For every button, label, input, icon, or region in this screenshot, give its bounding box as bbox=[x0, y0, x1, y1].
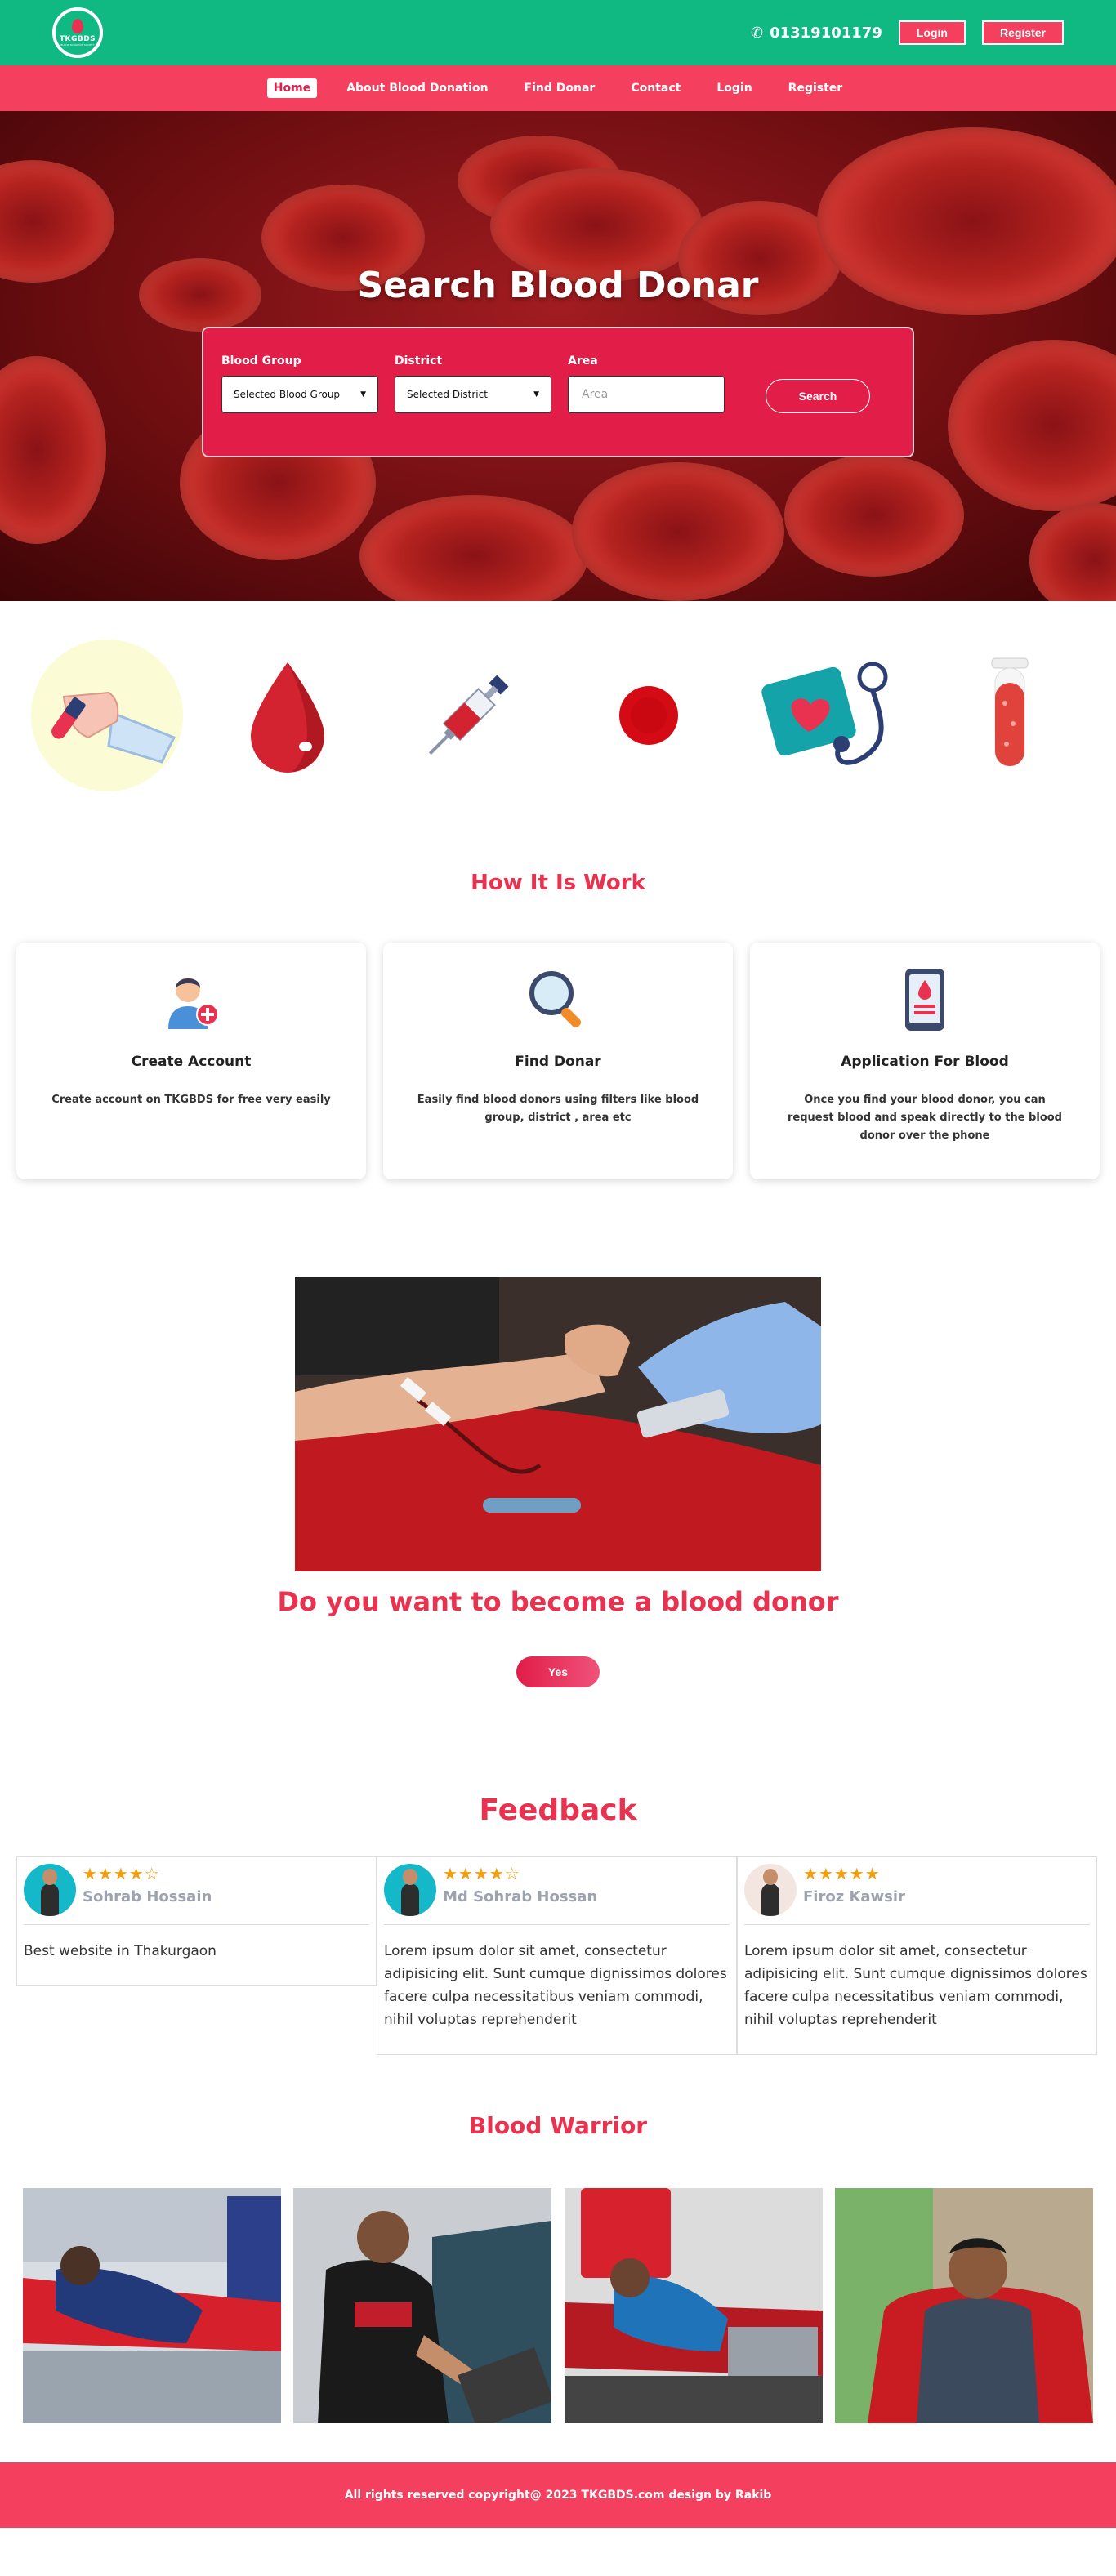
avatar bbox=[24, 1864, 76, 1916]
magnifier-icon bbox=[525, 967, 591, 1032]
card-text: Create account on TKGBDS for free very e… bbox=[51, 1094, 331, 1106]
blood-group-field: Blood Group Selected Blood Group ▼ bbox=[221, 354, 378, 413]
feedback-header: ★★★★☆ Sohrab Hossain bbox=[24, 1864, 369, 1925]
blood-group-value: Selected Blood Group bbox=[234, 389, 341, 400]
area-field: Area bbox=[568, 354, 725, 413]
nav-home[interactable]: Home bbox=[266, 78, 318, 98]
site-logo[interactable]: TKGBDS BLOOD DONATION SOCIETY bbox=[52, 7, 103, 58]
feedback-section: Feedback ★★★★☆ Sohrab Hossain Best websi… bbox=[0, 1794, 1116, 2055]
caret-down-icon: ▼ bbox=[360, 390, 366, 399]
illustration-icons-row bbox=[0, 601, 1116, 830]
card-text: Easily find blood donors using filters l… bbox=[417, 1094, 699, 1124]
star-rating: ★★★★★ bbox=[803, 1864, 881, 1883]
feedback-text: Best website in Thakurgaon bbox=[24, 1943, 217, 1959]
blood-donation-photo bbox=[295, 1277, 821, 1571]
card-find-donar: Find Donar Easily find blood donors usin… bbox=[383, 943, 733, 1179]
nav-about[interactable]: About Blood Donation bbox=[340, 78, 494, 98]
nav-contact[interactable]: Contact bbox=[624, 78, 687, 98]
warrior-gallery bbox=[0, 2188, 1116, 2423]
district-select[interactable]: Selected District ▼ bbox=[395, 376, 551, 413]
star-rating: ★★★★☆ bbox=[443, 1864, 520, 1883]
top-actions: ✆ 01319101179 Login Register bbox=[751, 20, 1064, 45]
warrior-photo bbox=[564, 2188, 823, 2423]
feedback-list: ★★★★☆ Sohrab Hossain Best website in Tha… bbox=[0, 1856, 1116, 2055]
area-input[interactable] bbox=[568, 376, 725, 413]
blood-warrior-section: Blood Warrior bbox=[0, 2112, 1116, 2423]
logo-text: TKGBDS bbox=[59, 35, 96, 43]
top-bar: TKGBDS BLOOD DONATION SOCIETY ✆ 01319101… bbox=[0, 0, 1116, 65]
avatar bbox=[744, 1864, 797, 1916]
test-tube-icon bbox=[928, 634, 1091, 797]
search-button[interactable]: Search bbox=[766, 379, 870, 413]
blood-pressure-monitor-icon bbox=[748, 634, 911, 797]
user-add-icon bbox=[158, 967, 224, 1032]
phone-icon: ✆ bbox=[750, 24, 764, 42]
feedback-card: ★★★★★ Firoz Kawsir Lorem ipsum dolor sit… bbox=[737, 1856, 1097, 2055]
card-application: Application For Blood Once you find your… bbox=[750, 943, 1100, 1179]
copyright-text: All rights reserved copyright@ 2023 TKGB… bbox=[344, 2489, 772, 2502]
register-button[interactable]: Register bbox=[981, 20, 1064, 45]
blood-warrior-title: Blood Warrior bbox=[468, 2112, 648, 2139]
syringe-icon bbox=[386, 634, 550, 797]
district-field: District Selected District ▼ bbox=[395, 354, 551, 413]
phone-contact[interactable]: ✆ 01319101179 bbox=[751, 25, 882, 42]
feedback-text: Lorem ipsum dolor sit amet, consectetur … bbox=[384, 1943, 727, 2028]
reviewer-name: Sohrab Hossain bbox=[83, 1888, 212, 1905]
card-title: Find Donar bbox=[515, 1054, 601, 1070]
logo-subtext: BLOOD DONATION SOCIETY bbox=[60, 43, 95, 47]
main-nav: Home About Blood Donation Find Donar Con… bbox=[0, 65, 1116, 111]
phone-blood-icon bbox=[892, 967, 958, 1032]
how-it-works-title: How It Is Work bbox=[471, 871, 645, 895]
card-title: Application For Blood bbox=[841, 1054, 1009, 1070]
warrior-photo bbox=[23, 2188, 281, 2423]
card-create-account: Create Account Create account on TKGBDS … bbox=[16, 943, 366, 1179]
feedback-header: ★★★★☆ Md Sohrab Hossan bbox=[384, 1864, 730, 1925]
blood-drop-icon bbox=[72, 19, 83, 33]
login-button[interactable]: Login bbox=[898, 20, 966, 45]
hero-section: Search Blood Donar Blood Group Selected … bbox=[0, 111, 1116, 601]
warrior-photo bbox=[834, 2188, 1093, 2423]
yes-button[interactable]: Yes bbox=[516, 1656, 600, 1687]
red-blood-cell-icon bbox=[567, 634, 730, 797]
feedback-text: Lorem ipsum dolor sit amet, consectetur … bbox=[744, 1943, 1087, 2028]
how-it-works-section: How It Is Work Create Account Create acc… bbox=[0, 871, 1116, 1179]
feedback-card: ★★★★☆ Sohrab Hossain Best website in Tha… bbox=[16, 1856, 377, 1986]
reviewer-name: Firoz Kawsir bbox=[803, 1888, 905, 1905]
reviewer-name: Md Sohrab Hossan bbox=[443, 1888, 598, 1905]
nav-login[interactable]: Login bbox=[710, 78, 758, 98]
feedback-header: ★★★★★ Firoz Kawsir bbox=[744, 1864, 1090, 1925]
nav-register[interactable]: Register bbox=[782, 78, 850, 98]
blood-sample-hand-icon bbox=[25, 634, 189, 797]
area-label: Area bbox=[568, 354, 598, 368]
warrior-photo bbox=[293, 2188, 552, 2423]
feedback-card: ★★★★☆ Md Sohrab Hossan Lorem ipsum dolor… bbox=[377, 1856, 737, 2055]
avatar bbox=[384, 1864, 436, 1916]
donor-search-form: Blood Group Selected Blood Group ▼ Distr… bbox=[202, 327, 914, 457]
become-donor-title: Do you want to become a blood donor bbox=[277, 1586, 839, 1617]
footer: All rights reserved copyright@ 2023 TKGB… bbox=[0, 2462, 1116, 2528]
feedback-title: Feedback bbox=[479, 1794, 637, 1827]
caret-down-icon: ▼ bbox=[533, 390, 539, 399]
become-donor-section: Do you want to become a blood donor Yes bbox=[0, 1277, 1116, 1687]
how-cards: Create Account Create account on TKGBDS … bbox=[0, 943, 1116, 1179]
phone-number: 01319101179 bbox=[770, 24, 882, 42]
card-title: Create Account bbox=[131, 1054, 252, 1070]
district-label: District bbox=[395, 354, 443, 368]
hero-title: Search Blood Donar bbox=[357, 265, 759, 306]
district-value: Selected District bbox=[407, 389, 488, 400]
blood-group-select[interactable]: Selected Blood Group ▼ bbox=[221, 376, 378, 413]
nav-find-donar[interactable]: Find Donar bbox=[518, 78, 602, 98]
card-text: Once you find your blood donor, you can … bbox=[788, 1094, 1062, 1142]
star-rating: ★★★★☆ bbox=[83, 1864, 160, 1883]
blood-group-label: Blood Group bbox=[221, 354, 301, 368]
blood-drop-icon bbox=[206, 634, 369, 797]
